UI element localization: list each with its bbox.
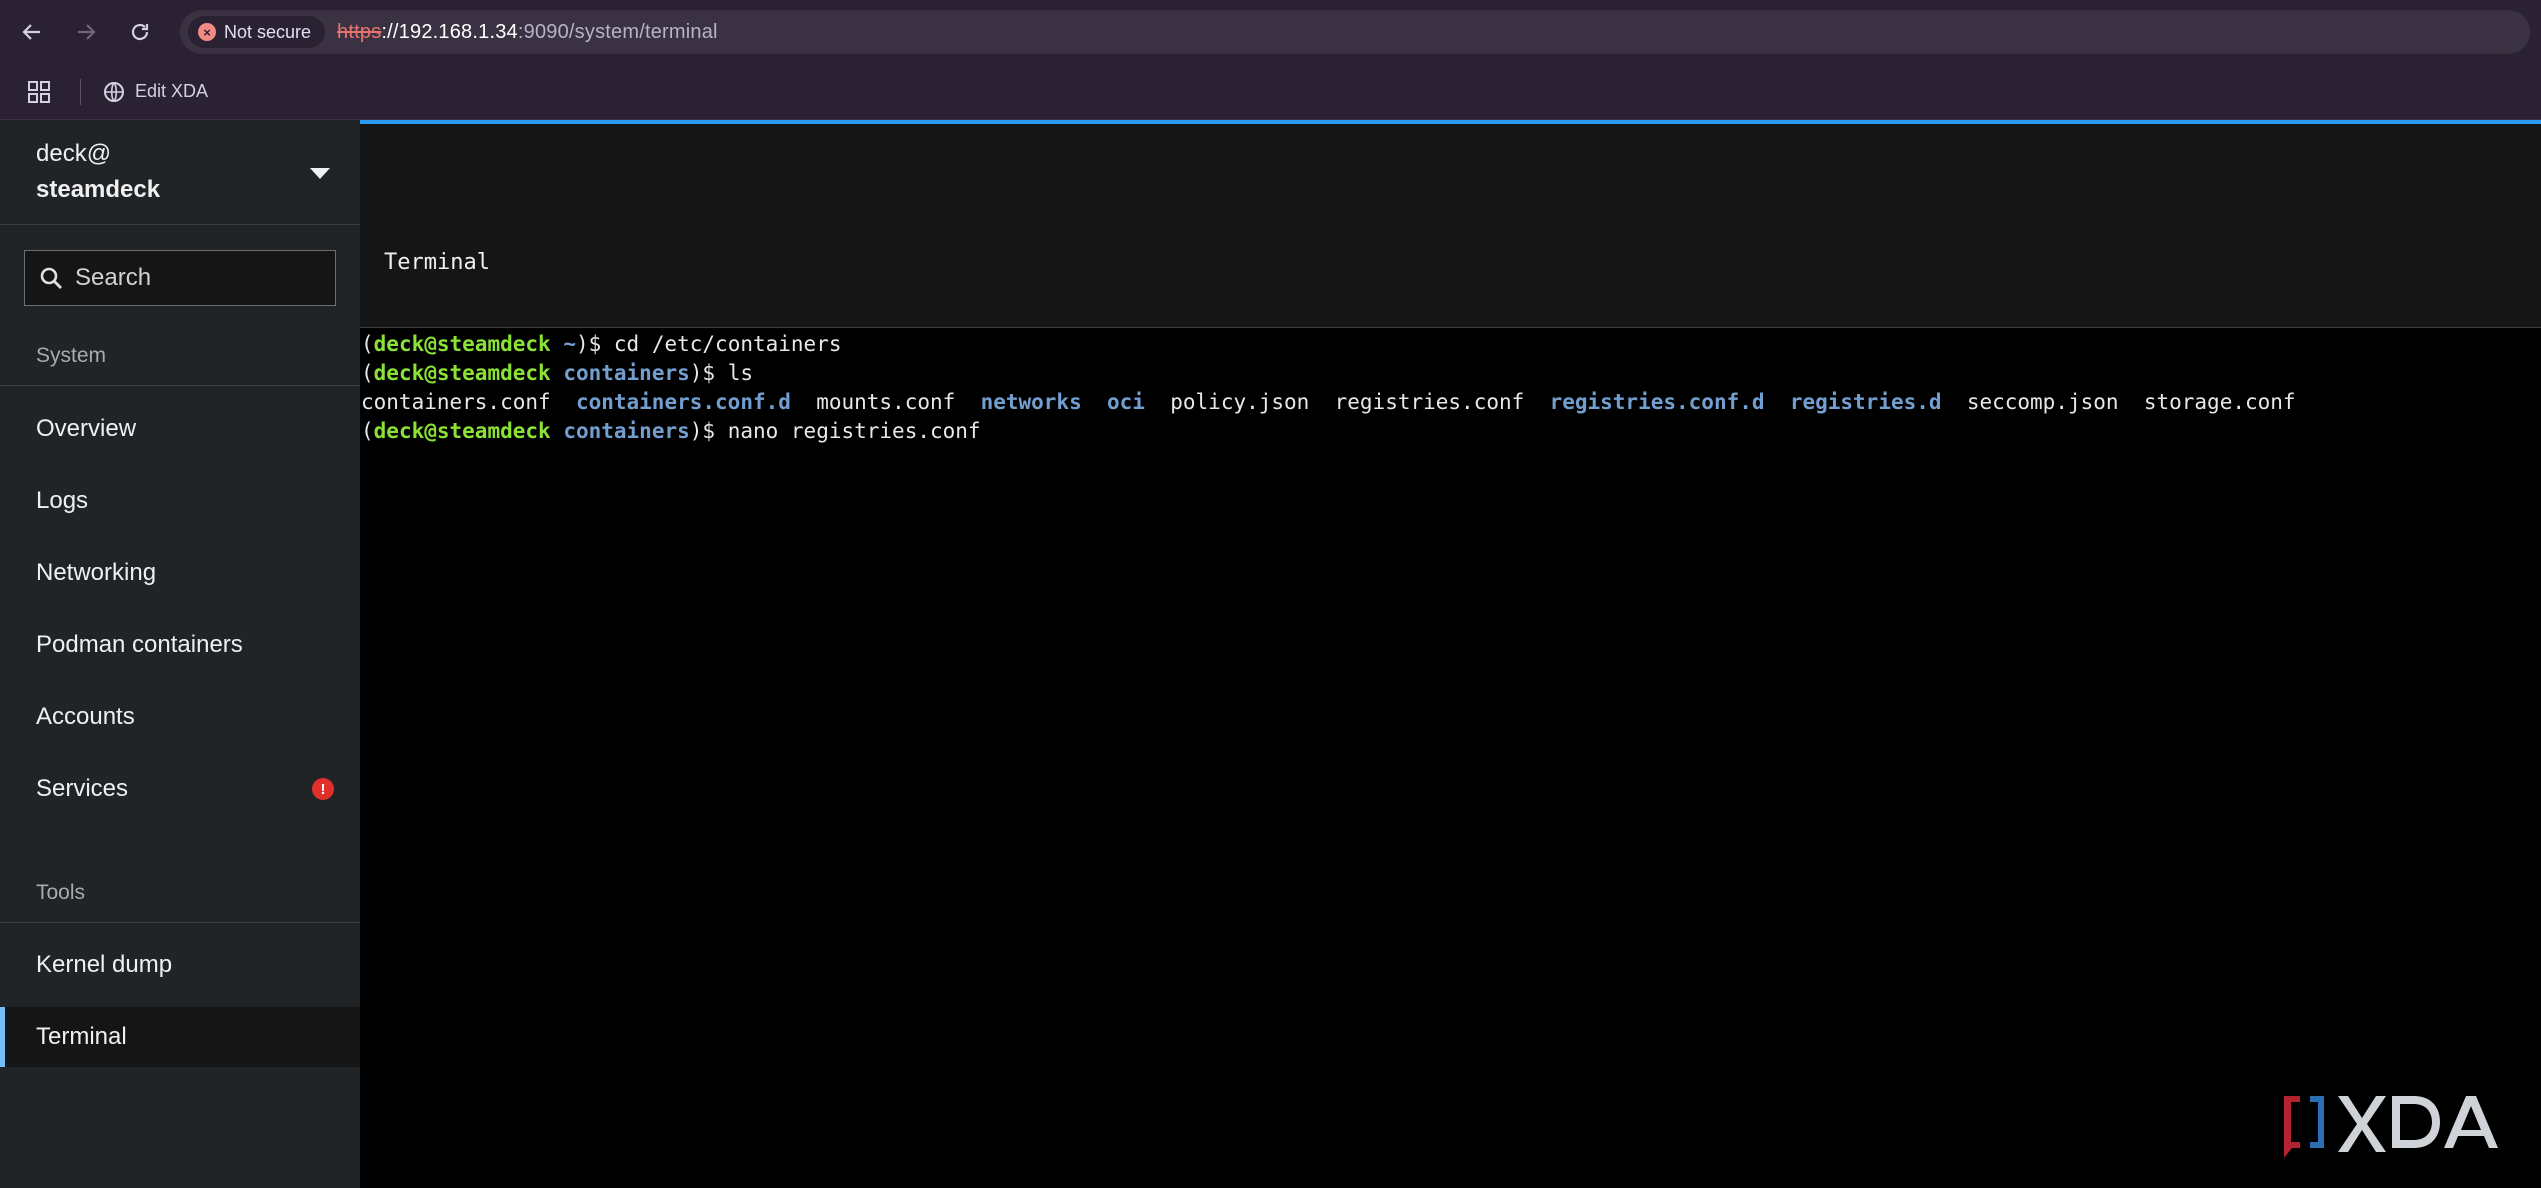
url-path: :9090/system/terminal [517, 20, 718, 43]
browser-toolbar: × Not secure https://192.168.1.34:9090/s… [0, 0, 2541, 64]
section-label-tools: Tools [36, 881, 86, 904]
search-input[interactable] [73, 263, 323, 293]
prompt-dollar: )$ [575, 332, 614, 356]
ls-file-entry: registries.conf [1334, 390, 1525, 414]
ls-file-entry: seccomp.json [1966, 390, 2119, 414]
page-header: Terminal [360, 124, 2541, 328]
sidebar-item-label: Accounts [36, 703, 135, 730]
sidebar-item-kernel-dump[interactable]: Kernel dump [0, 935, 360, 995]
sidebar-item-label: Terminal [36, 1023, 127, 1050]
prompt-dollar: )$ [689, 361, 728, 385]
prompt-dir: containers [550, 419, 690, 443]
section-divider [0, 922, 360, 923]
caret-down-icon[interactable] [310, 168, 330, 179]
site-info-button[interactable]: × Not secure [188, 16, 326, 48]
page-title: Terminal [384, 250, 490, 275]
bookmark-label: Edit XDA [135, 81, 209, 101]
search-box[interactable] [24, 250, 336, 306]
ls-file-entry: mounts.conf [816, 390, 956, 414]
url-text[interactable]: https://192.168.1.34:9090/system/termina… [337, 21, 718, 44]
forward-button[interactable] [64, 10, 108, 54]
sidebar-item-logs[interactable]: Logs [0, 471, 360, 531]
ls-file-entry: policy.json [1170, 390, 1310, 414]
bookmarks-bar: Edit XDA [0, 64, 2541, 120]
sidebar-item-label: Logs [36, 487, 89, 514]
terminal-line: (deck@steamdeck ~)$ cd /etc/containers [361, 330, 2541, 359]
not-secure-icon: × [198, 23, 216, 41]
terminal-line: (deck@steamdeck containers)$ nano regist… [361, 417, 2541, 446]
command-text: cd /etc/containers [613, 332, 842, 356]
section-divider [0, 385, 360, 386]
back-button[interactable] [10, 10, 54, 54]
ls-dir-entry: registries.conf.d [1549, 390, 1765, 414]
sidebar-item-label: Podman containers [36, 631, 243, 658]
reload-icon [131, 23, 149, 41]
bookmark-edit-xda[interactable]: Edit XDA [103, 81, 208, 103]
prompt-open: ( [361, 361, 374, 385]
host-user: deck@ [36, 140, 112, 167]
section-label-system: System [36, 344, 107, 367]
main-content: Terminal (deck@steamdeck ~)$ cd /etc/con… [360, 120, 2541, 1188]
prompt-user: deck@steamdeck [373, 361, 551, 385]
prompt-user: deck@steamdeck [373, 332, 551, 356]
sidebar-item-label: Networking [36, 559, 157, 586]
prompt-dollar: )$ [689, 419, 728, 443]
ls-file-entry: containers.conf [361, 390, 551, 414]
terminal-line: (deck@steamdeck containers)$ ls [361, 359, 2541, 388]
sidebar-item-accounts[interactable]: Accounts [0, 687, 360, 747]
sidebar-item-overview[interactable]: Overview [0, 399, 360, 459]
command-text: ls [727, 361, 753, 385]
search-icon [40, 267, 62, 289]
arrow-right-icon [78, 24, 96, 40]
prompt-dir: containers [550, 361, 690, 385]
host-switcher[interactable]: deck@ steamdeck [0, 120, 360, 225]
sidebar-item-services[interactable]: Services ! [0, 759, 360, 819]
ls-dir-entry: registries.d [1789, 390, 1942, 414]
url-host: ://192.168.1.34 [381, 20, 518, 43]
globe-icon [104, 81, 124, 102]
prompt-dir: ~ [550, 332, 576, 356]
ls-dir-entry: oci [1107, 390, 1145, 414]
address-bar[interactable]: × Not secure https://192.168.1.34:9090/s… [180, 10, 2530, 54]
sidebar-item-podman-containers[interactable]: Podman containers [0, 615, 360, 675]
host-name: steamdeck [36, 176, 161, 203]
reload-button[interactable] [118, 10, 162, 54]
sidebar-item-label: Services [36, 775, 129, 802]
ls-dir-entry: networks [980, 390, 1082, 414]
terminal-output-line: containers.conf containers.conf.d mounts… [361, 388, 2541, 417]
prompt-open: ( [361, 332, 374, 356]
alert-icon: ! [312, 778, 334, 800]
ls-dir-entry: containers.conf.d [575, 390, 791, 414]
ls-file-entry: storage.conf [2143, 390, 2296, 414]
command-text: nano registries.conf [727, 419, 981, 443]
sidebar: deck@ steamdeck System Overview Logs Net… [0, 120, 360, 1188]
sidebar-item-label: Overview [36, 415, 137, 442]
sidebar-item-terminal[interactable]: Terminal [0, 1007, 360, 1067]
xda-logo [2284, 1096, 2498, 1158]
apps-grid-icon[interactable] [28, 80, 50, 103]
arrow-left-icon [22, 24, 40, 40]
terminal-screen[interactable]: (deck@steamdeck ~)$ cd /etc/containers (… [360, 330, 2541, 1188]
sidebar-item-networking[interactable]: Networking [0, 543, 360, 603]
prompt-open: ( [361, 419, 374, 443]
bookmarks-divider [80, 78, 81, 105]
sidebar-item-label: Kernel dump [36, 951, 173, 978]
url-scheme: https [337, 20, 382, 43]
prompt-user: deck@steamdeck [373, 419, 551, 443]
security-label: Not secure [224, 21, 312, 42]
